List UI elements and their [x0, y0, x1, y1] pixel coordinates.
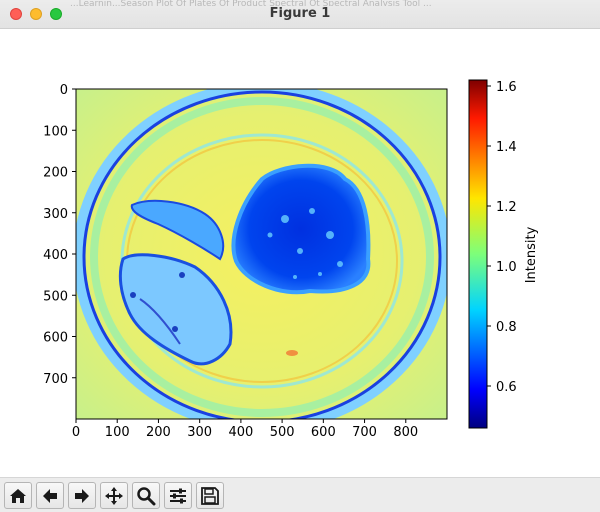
- arrow-left-icon: [43, 489, 57, 503]
- x-tick-label: 400: [228, 425, 253, 440]
- move-icon: [105, 487, 123, 505]
- x-tick-label: 300: [187, 425, 212, 440]
- y-tick-label: 300: [43, 207, 68, 222]
- arrow-right-icon: [75, 489, 89, 503]
- window-title: Figure 1: [269, 6, 331, 21]
- x-axis: 0 100 200 300 400 500 600 700 800: [72, 419, 418, 440]
- heatmap-image: [76, 89, 447, 419]
- home-button[interactable]: [4, 482, 32, 509]
- figure-window: ...Learnin...Season Plot Of Plates Of Pr…: [0, 0, 600, 512]
- y-tick-label: 400: [43, 248, 68, 263]
- zoom-button[interactable]: [132, 482, 160, 509]
- colorbar-tick-label: 0.6: [496, 380, 517, 395]
- figure-canvas[interactable]: 0 100 200 300 400 500 600 700 800 0 100 200 300 400 5…: [0, 29, 600, 477]
- y-tick-label: 100: [43, 124, 68, 139]
- x-tick-label: 600: [311, 425, 336, 440]
- x-tick-label: 100: [105, 425, 130, 440]
- colorbar-tick-label: 1.0: [496, 260, 517, 275]
- floppy-disk-icon: [201, 487, 219, 505]
- y-tick-label: 200: [43, 166, 68, 181]
- configure-subplots-button[interactable]: [164, 482, 192, 509]
- y-axis: 0 100 200 300 400 500 600 700: [43, 83, 76, 387]
- navigation-toolbar: [0, 477, 600, 512]
- colorbar-axis: 0.6 0.8 1.0 1.2 1.4 1.6: [487, 80, 517, 395]
- colorbar-label: Intensity: [524, 226, 539, 283]
- plot-svg: 0 100 200 300 400 500 600 700 800 0 100 200 300 400 5…: [43, 79, 539, 440]
- home-icon: [10, 489, 26, 503]
- x-tick-label: 800: [393, 425, 418, 440]
- y-tick-label: 700: [43, 372, 68, 387]
- sliders-icon: [170, 488, 186, 504]
- back-button[interactable]: [36, 482, 64, 509]
- x-tick-label: 700: [352, 425, 377, 440]
- y-tick-label: 0: [60, 83, 68, 98]
- forward-button[interactable]: [68, 482, 96, 509]
- x-tick-label: 500: [270, 425, 295, 440]
- magnifier-icon: [137, 487, 156, 506]
- colorbar-tick-label: 1.4: [496, 140, 517, 155]
- colorbar: [468, 79, 488, 429]
- save-button[interactable]: [196, 482, 224, 509]
- x-tick-label: 0: [72, 425, 80, 440]
- colorbar-tick-label: 1.6: [496, 80, 517, 95]
- title-bar: ...Learnin...Season Plot Of Plates Of Pr…: [0, 0, 600, 29]
- colorbar-tick-label: 0.8: [496, 320, 517, 335]
- y-tick-label: 600: [43, 331, 68, 346]
- colorbar-tick-label: 1.2: [496, 200, 517, 215]
- x-tick-label: 200: [146, 425, 171, 440]
- pan-button[interactable]: [100, 482, 128, 509]
- y-tick-label: 500: [43, 289, 68, 304]
